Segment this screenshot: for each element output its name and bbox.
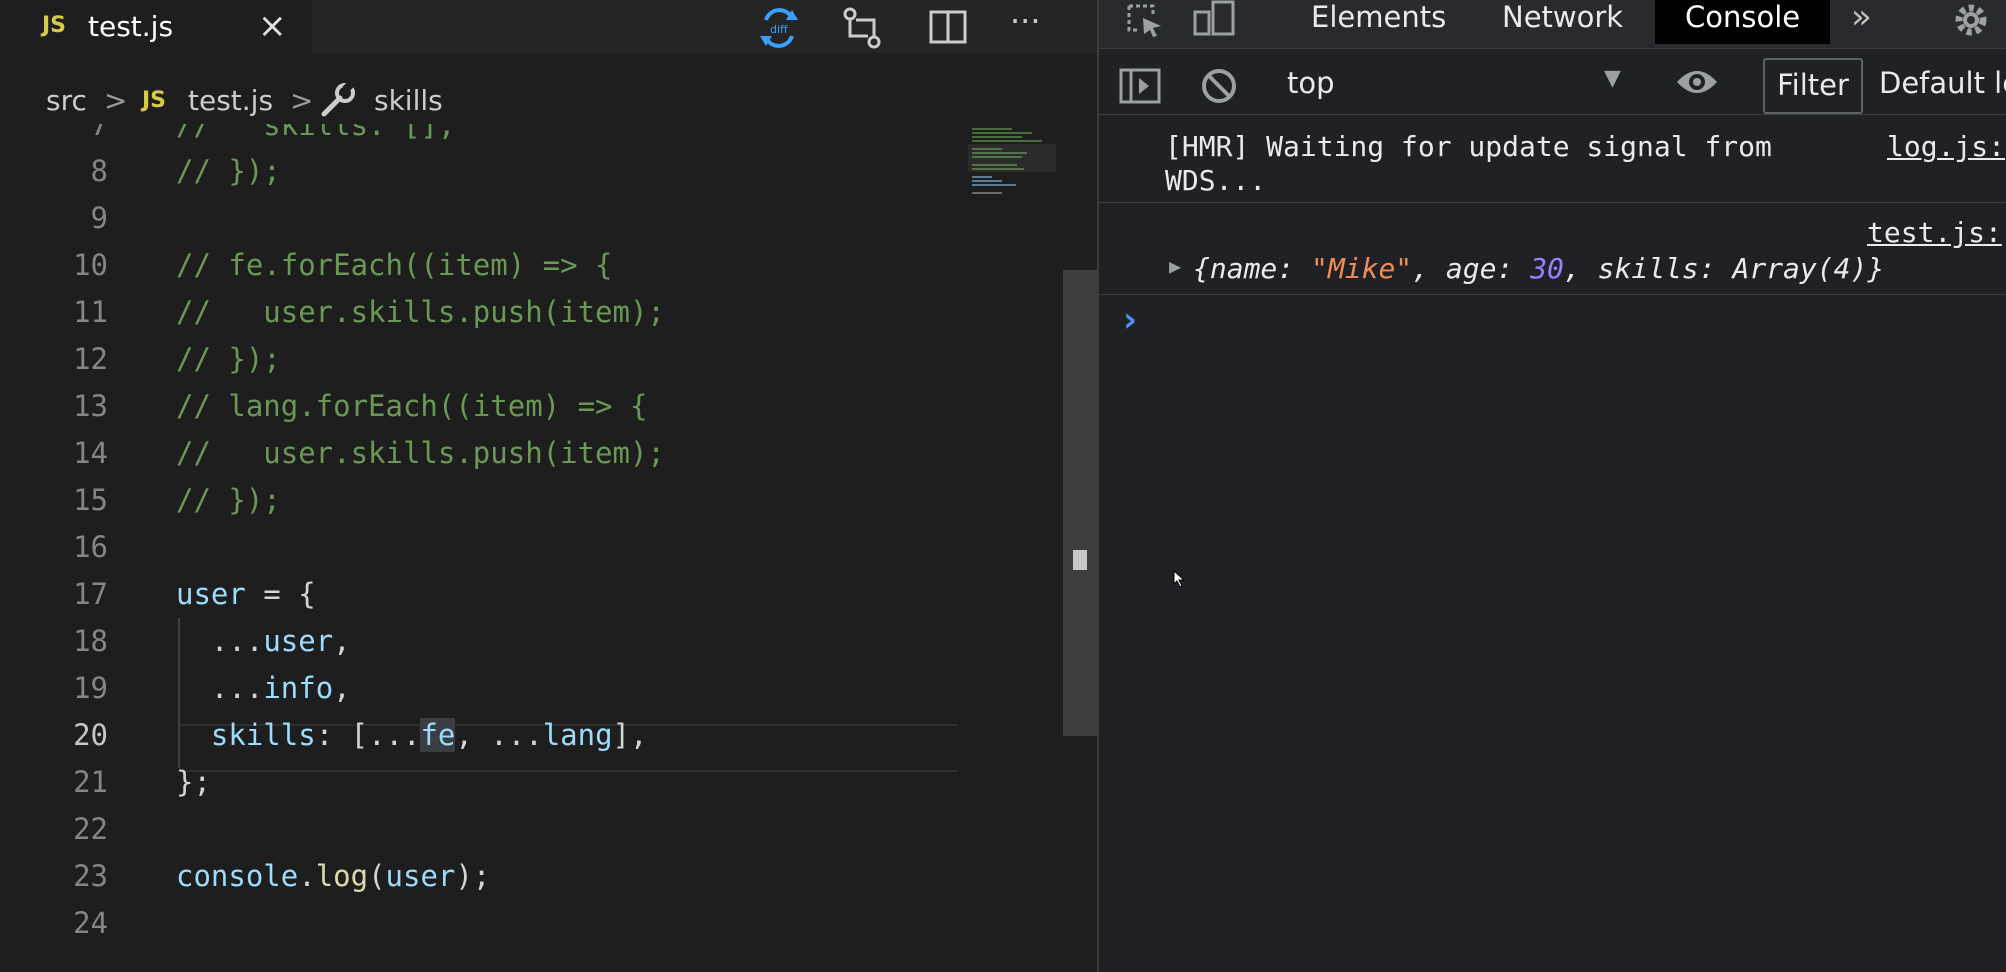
code-line: 16 <box>73 530 108 564</box>
selected-text: fe <box>420 718 456 752</box>
execution-context-select[interactable]: top <box>1287 66 1335 100</box>
split-editor-icon[interactable] <box>928 6 968 54</box>
close-tab-icon[interactable]: × <box>258 6 287 46</box>
console-input-area[interactable] <box>1099 296 2006 896</box>
message-text: WDS... <box>1165 164 1267 197</box>
code-line: 12// }); <box>73 342 281 376</box>
code-line: 17 user = { <box>73 577 316 611</box>
code-line: 13// lang.forEach((item) => { <box>73 389 648 423</box>
minimap[interactable] <box>968 124 1088 972</box>
js-file-icon: JS <box>42 13 67 38</box>
source-link-log-js[interactable]: log.js: <box>1887 130 2005 163</box>
code-line: 22 <box>73 812 108 846</box>
breadcrumb-separator: > <box>290 84 314 117</box>
filter-input[interactable]: Filter <box>1763 58 1863 114</box>
code-line: 10// fe.forEach((item) => { <box>73 248 613 282</box>
code-line: 23 console.log(user); <box>73 859 491 893</box>
tab-label: test.js <box>88 10 174 43</box>
code-line: 8// }); <box>90 154 281 188</box>
breadcrumb-symbol[interactable]: skills <box>374 84 443 117</box>
tab-elements[interactable]: Elements <box>1311 0 1446 44</box>
code-line-current: 20 skills: [...fe, ...lang], <box>73 718 648 752</box>
logged-object[interactable]: {name: "Mike", age: 30, skills: Array(4)… <box>1193 252 1884 285</box>
console-message-hmr: [HMR] Waiting for update signal from WDS… <box>1099 116 2006 203</box>
code-line: 24 <box>73 906 108 940</box>
code-editor: JS test.js × diff ··· src > JS test.js >… <box>0 0 1097 972</box>
settings-gear-icon[interactable] <box>1951 2 1991 42</box>
code-line: 11// user.skills.push(item); <box>73 295 665 329</box>
code-line: 19 ...info, <box>73 671 351 705</box>
device-toolbar-icon[interactable] <box>1193 0 1237 42</box>
console-toolbar <box>1099 56 2006 115</box>
live-expression-eye-icon[interactable] <box>1675 66 1719 102</box>
open-changes-icon[interactable] <box>842 6 882 54</box>
scroll-position-marker <box>1073 550 1087 570</box>
inspect-element-icon[interactable] <box>1125 2 1165 42</box>
console-message-object: test.js: ▶ {name: "Mike", age: 30, skill… <box>1099 204 2006 295</box>
more-tabs-icon[interactable]: » <box>1851 0 1872 44</box>
expand-triangle-icon[interactable]: ▶ <box>1169 254 1181 278</box>
devtools-tab-bar: Elements Network Console » <box>1099 0 2006 49</box>
devtools-panel: Elements Network Console » top ▼ Filter … <box>1097 0 2006 972</box>
svg-text:diff: diff <box>770 23 788 36</box>
code-line: 9 <box>90 201 108 235</box>
code-line: 14// user.skills.push(item); <box>73 436 665 470</box>
tab-test-js[interactable]: JS test.js × <box>0 0 312 53</box>
code-area[interactable]: 7// skills: [], 8// }); 9 10// fe.forEac… <box>0 124 970 972</box>
breadcrumb-separator: > <box>104 84 128 117</box>
breadcrumb: src > JS test.js > skills <box>0 80 1000 124</box>
code-line: 15// }); <box>73 483 281 517</box>
tab-network[interactable]: Network <box>1502 0 1623 44</box>
toggle-sidebar-icon[interactable] <box>1119 66 1161 110</box>
more-actions-icon[interactable]: ··· <box>1010 2 1041 40</box>
breadcrumb-file[interactable]: test.js <box>188 84 273 117</box>
js-file-icon: JS <box>142 88 167 113</box>
tab-console[interactable]: Console <box>1655 0 1831 44</box>
log-levels-dropdown[interactable]: Default le <box>1879 66 2006 100</box>
wrench-icon <box>318 80 358 127</box>
editor-tab-bar: JS test.js × diff ··· <box>0 0 1097 53</box>
diff-icon[interactable]: diff <box>756 6 802 54</box>
scrollbar-thumb[interactable] <box>1063 270 1097 736</box>
code-line: 7// skills: [], <box>90 124 456 142</box>
breadcrumb-folder[interactable]: src <box>46 84 87 117</box>
clear-console-icon[interactable] <box>1199 66 1239 110</box>
mouse-cursor-icon <box>1173 569 1187 592</box>
dropdown-arrow-icon[interactable]: ▼ <box>1604 66 1621 91</box>
code-line: 18 ...user, <box>73 624 351 658</box>
message-text: [HMR] Waiting for update signal from <box>1165 130 1772 163</box>
source-link-test-js[interactable]: test.js: <box>1867 216 2002 249</box>
code-line: 21}; <box>73 765 211 799</box>
